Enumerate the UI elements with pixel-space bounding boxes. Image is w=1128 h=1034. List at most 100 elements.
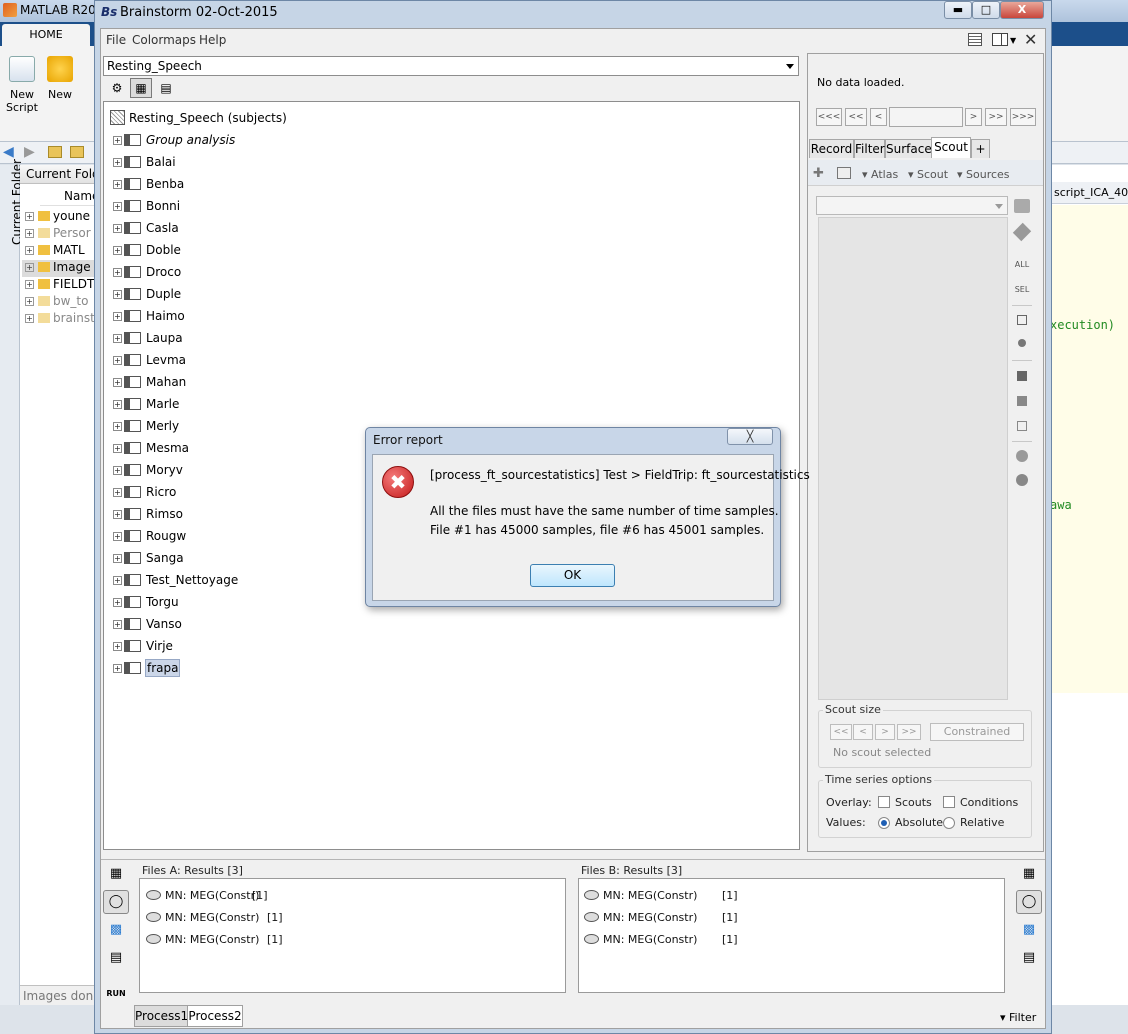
expand-icon[interactable]: +	[113, 642, 122, 651]
scout-edit-icon[interactable]	[1017, 421, 1027, 431]
tree-item-subject[interactable]: + Virje	[113, 639, 174, 655]
expand-icon[interactable]: +	[113, 202, 122, 211]
matrix-b-icon[interactable]: ▤	[1016, 946, 1042, 970]
study-view-icon[interactable]: ▤	[155, 78, 177, 98]
expand-icon[interactable]: +	[113, 620, 122, 629]
up-folder-icon[interactable]	[48, 146, 62, 158]
current-folder-side-tab[interactable]	[0, 165, 20, 1005]
protocol-select[interactable]: Resting_Speech	[103, 56, 799, 76]
tab-add[interactable]: +	[971, 139, 990, 158]
filter-files-b-icon[interactable]: ▦	[1016, 862, 1042, 886]
filter-files-icon[interactable]: ▦	[103, 862, 129, 886]
tree-item-subject[interactable]: + Sanga	[113, 551, 185, 567]
new-scout-icon[interactable]	[1017, 315, 1027, 325]
nav-fast-back-button[interactable]: <<	[845, 108, 867, 126]
scout-point-icon[interactable]	[1018, 339, 1026, 347]
scout-fill-icon[interactable]	[1017, 371, 1027, 381]
forward-arrow-icon[interactable]: ▶	[24, 144, 35, 160]
matrix-icon[interactable]: ▤	[103, 946, 129, 970]
nav-back-button[interactable]: <	[870, 108, 887, 126]
tab-record[interactable]: Record	[809, 139, 854, 158]
list-settings-icon[interactable]	[968, 33, 982, 46]
nav-forward-button[interactable]: >	[965, 108, 982, 126]
tree-item-subject[interactable]: + Merly	[113, 419, 180, 435]
browse-folder-icon[interactable]	[70, 146, 84, 158]
folder-row[interactable]: + youne	[22, 209, 94, 226]
editor-code-area[interactable]	[1050, 205, 1128, 693]
folder-row[interactable]: + Persor	[22, 226, 94, 243]
scout-grow-icon[interactable]	[1017, 396, 1027, 406]
file-row[interactable]: MN: MEG(Constr) [1]	[584, 911, 738, 927]
tree-item-subject[interactable]: + Test_Nettoyage	[113, 573, 239, 589]
time-frequency-icon[interactable]: ▩	[103, 918, 129, 942]
layout-dropdown-icon[interactable]: ▼	[1010, 36, 1016, 45]
expand-icon[interactable]: +	[113, 576, 122, 585]
load-atlas-folder-icon[interactable]	[1014, 199, 1030, 213]
time-input[interactable]	[889, 107, 963, 127]
anatomy-view-icon[interactable]: ⚙	[106, 78, 128, 98]
expand-icon[interactable]: +	[113, 466, 122, 475]
tree-item-subject[interactable]: + Marle	[113, 397, 180, 413]
tab-filter[interactable]: Filter	[854, 139, 885, 158]
editor-tab[interactable]: script_ICA_40.r	[1050, 182, 1128, 204]
close-button[interactable]: X	[1000, 1, 1044, 19]
menu-colormaps[interactable]: Colormaps	[132, 33, 196, 47]
expand-icon[interactable]: +	[113, 290, 122, 299]
ok-button[interactable]: OK	[530, 564, 615, 587]
scout-size-shrink-more-button[interactable]: <<	[830, 724, 852, 740]
folder-row[interactable]: + FIELDT	[22, 277, 94, 294]
maximize-button[interactable]: □	[972, 1, 1000, 19]
expand-icon[interactable]: +	[113, 422, 122, 431]
back-arrow-icon[interactable]: ◀	[3, 144, 14, 160]
tree-item-subject[interactable]: + Levma	[113, 353, 187, 369]
expand-icon[interactable]: +	[113, 158, 122, 167]
name-column-header[interactable]: Name	[40, 186, 99, 206]
expand-icon[interactable]: +	[113, 664, 122, 673]
tab-process2[interactable]: Process2	[187, 1005, 243, 1027]
tree-item-subject[interactable]: + Droco	[113, 265, 182, 281]
folder-row[interactable]: + Image	[22, 260, 94, 277]
brain-source-icon[interactable]: ◯	[103, 890, 129, 914]
tree-item-group-analysis[interactable]: + Group analysis	[113, 133, 236, 149]
values-absolute-radio[interactable]	[878, 817, 890, 829]
sources-menu[interactable]: ▾ Sources	[957, 168, 1010, 181]
scout-list[interactable]	[818, 217, 1008, 700]
file-row[interactable]: MN: MEG(Constr) [1]	[146, 933, 283, 949]
menu-help[interactable]: Help	[199, 33, 226, 47]
tab-home[interactable]: HOME	[2, 24, 90, 46]
minimize-button[interactable]: ▬	[944, 1, 972, 19]
expand-icon[interactable]: +	[113, 598, 122, 607]
constrained-button[interactable]: Constrained	[930, 723, 1024, 741]
tree-item-subject[interactable]: + Benba	[113, 177, 185, 193]
expand-icon[interactable]: +	[113, 180, 122, 189]
expand-icon[interactable]: +	[113, 510, 122, 519]
nav-fast-forward-button[interactable]: >>	[985, 108, 1007, 126]
scout-size-shrink-button[interactable]: <	[853, 724, 873, 740]
file-row[interactable]: MN: MEG(Constr) [1]	[146, 889, 272, 905]
tab-surface[interactable]: Surface	[885, 139, 932, 158]
tree-item-subject[interactable]: + Duple	[113, 287, 182, 303]
error-dialog-close-button[interactable]: ╳	[727, 428, 773, 445]
scout-size-grow-more-button[interactable]: >>	[897, 724, 921, 740]
tree-item-subject[interactable]: + Balai	[113, 155, 177, 171]
file-row[interactable]: MN: MEG(Constr) [1]	[584, 889, 738, 905]
overlay-scouts-checkbox[interactable]	[878, 796, 890, 808]
filter-menu[interactable]: ▾ Filter	[1000, 1011, 1036, 1024]
expand-icon[interactable]: +	[113, 532, 122, 541]
tree-item-subject[interactable]: + Mesma	[113, 441, 190, 457]
tree-item-subject[interactable]: + Vanso	[113, 617, 183, 633]
atlas-select[interactable]	[816, 196, 1008, 215]
tree-item-subject[interactable]: + Rougw	[113, 529, 187, 545]
expand-icon[interactable]: +	[113, 378, 122, 387]
folder-row[interactable]: + bw_to	[22, 294, 94, 311]
expand-icon[interactable]: +	[113, 400, 122, 409]
expand-icon[interactable]: +	[113, 224, 122, 233]
expand-icon[interactable]: +	[113, 246, 122, 255]
tab-process1[interactable]: Process1	[134, 1005, 188, 1027]
tree-item-subject[interactable]: + Torgu	[113, 595, 180, 611]
menu-file[interactable]: File	[106, 33, 126, 47]
nav-first-button[interactable]: <<<	[816, 108, 842, 126]
tree-item-subject[interactable]: + Laupa	[113, 331, 184, 347]
crosshair-icon[interactable]: ✚	[813, 166, 824, 181]
select-sel-icon[interactable]: SEL	[1014, 285, 1030, 294]
